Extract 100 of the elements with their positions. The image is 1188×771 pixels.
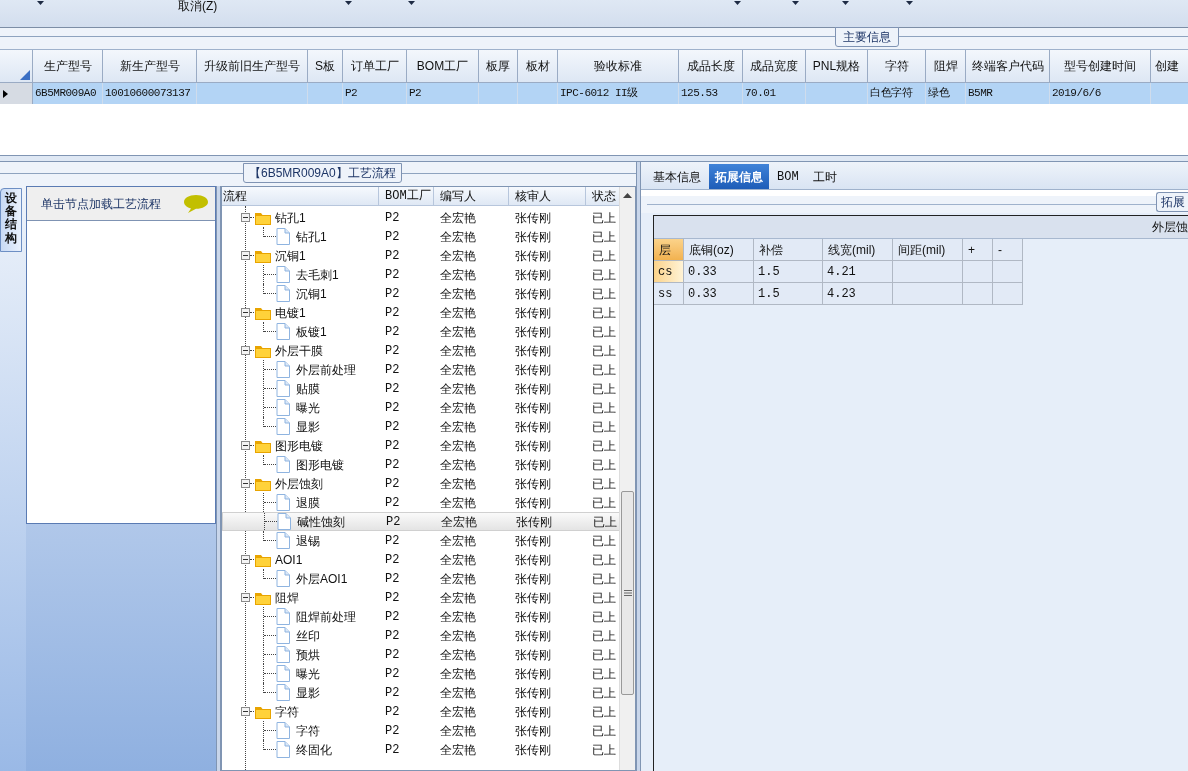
tree-row[interactable]: 预烘 P2 全宏艳 张传刚 已上: [222, 645, 621, 664]
tree-node-label[interactable]: 贴膜: [296, 379, 320, 398]
column-header[interactable]: 流程: [223, 187, 247, 205]
tree-node-label[interactable]: 丝印: [296, 626, 320, 645]
tree-node-label[interactable]: 去毛刺1: [296, 265, 339, 284]
tree-node-label[interactable]: 曝光: [296, 398, 320, 417]
scrollbar[interactable]: [619, 187, 635, 770]
tree-row[interactable]: 图形电镀 P2 全宏艳 张传刚 已上: [222, 436, 621, 455]
column-header[interactable]: 字符: [884, 57, 909, 75]
tree-node-label[interactable]: 字符: [296, 721, 320, 740]
tree-node-label[interactable]: 碱性蚀刻: [297, 512, 345, 531]
column-header[interactable]: BOM工厂: [416, 57, 469, 75]
tab[interactable]: BOM: [771, 164, 805, 189]
column-header[interactable]: 升级前旧生产型号: [204, 57, 300, 75]
column-header[interactable]: 状态: [592, 187, 616, 205]
collapse-icon[interactable]: [241, 593, 250, 602]
row-header[interactable]: cs: [654, 261, 684, 283]
tree-row[interactable]: 去毛刺1 P2 全宏艳 张传刚 已上: [222, 265, 621, 284]
tree-node-label[interactable]: 图形电镀: [275, 436, 323, 455]
column-header[interactable]: 新生产型号: [119, 57, 180, 75]
dropdown-caret-icon[interactable]: [906, 1, 914, 5]
column-header[interactable]: PNL规格: [812, 57, 861, 75]
collapse-icon[interactable]: [241, 308, 250, 317]
tree-row[interactable]: 显影 P2 全宏艳 张传刚 已上: [222, 417, 621, 436]
tree-node-label[interactable]: 阻焊: [275, 588, 299, 607]
tree-row[interactable]: 曝光 P2 全宏艳 张传刚 已上: [222, 664, 621, 683]
collapse-icon[interactable]: [241, 213, 250, 222]
column-header[interactable]: 型号创建时间: [1064, 57, 1136, 75]
column-header[interactable]: S板: [315, 57, 335, 75]
tree-row[interactable]: 曝光 P2 全宏艳 张传刚 已上: [222, 398, 621, 417]
dropdown-caret-icon[interactable]: [345, 1, 353, 5]
tree-node-label[interactable]: 沉铜1: [296, 284, 327, 303]
column-header[interactable]: 阻焊: [933, 57, 958, 75]
column-header[interactable]: 订单工厂: [350, 57, 399, 75]
tree-row[interactable]: 退锡 P2 全宏艳 张传刚 已上: [222, 531, 621, 550]
collapse-icon[interactable]: [241, 555, 250, 564]
tree-row[interactable]: 电镀1 P2 全宏艳 张传刚 已上: [222, 303, 621, 322]
column-header[interactable]: 板材: [525, 57, 550, 75]
tree-row[interactable]: 钻孔1 P2 全宏艳 张传刚 已上: [222, 208, 621, 227]
side-tab[interactable]: 设备结构: [0, 188, 22, 252]
tree-row[interactable]: 退膜 P2 全宏艳 张传刚 已上: [222, 493, 621, 512]
scroll-thumb[interactable]: [621, 491, 634, 695]
tree-row[interactable]: 终固化 P2 全宏艳 张传刚 已上: [222, 740, 621, 759]
tree-node-label[interactable]: 显影: [296, 683, 320, 702]
cancel-button[interactable]: 取消(Z): [178, 0, 218, 12]
tree-row[interactable]: 沉铜1 P2 全宏艳 张传刚 已上: [222, 284, 621, 303]
tree-node-label[interactable]: 终固化: [296, 740, 332, 759]
collapse-icon[interactable]: [241, 479, 250, 488]
tree-row[interactable]: 外层蚀刻 P2 全宏艳 张传刚 已上: [222, 474, 621, 493]
column-header[interactable]: -: [998, 240, 1002, 259]
select-all-icon[interactable]: [20, 70, 30, 80]
tree-node-label[interactable]: 曝光: [296, 664, 320, 683]
column-header[interactable]: 核审人: [515, 187, 551, 205]
tab[interactable]: 基本信息: [647, 164, 707, 189]
tree-row[interactable]: 图形电镀 P2 全宏艳 张传刚 已上: [222, 455, 621, 474]
column-header[interactable]: 终端客户代码: [971, 57, 1044, 75]
dropdown-caret-icon[interactable]: [37, 1, 44, 5]
column-header[interactable]: 创建: [1155, 57, 1179, 75]
tree-node-label[interactable]: 板镀1: [296, 322, 327, 341]
tree-row[interactable]: 阻焊前处理 P2 全宏艳 张传刚 已上: [222, 607, 621, 626]
collapse-icon[interactable]: [241, 707, 250, 716]
tree-node-label[interactable]: 显影: [296, 417, 320, 436]
table-row[interactable]: 6B5MR009A0 10010600073137 P2 P2 IPC-6012 II级 125.53 70.01 白色字符 绿色 B5MR 2019/6/6: [0, 83, 1188, 104]
tree-node-label[interactable]: 外层干膜: [275, 341, 323, 360]
row-header[interactable]: ss: [654, 283, 684, 305]
tree-row[interactable]: 外层前处理 P2 全宏艳 张传刚 已上: [222, 360, 621, 379]
column-header[interactable]: 编写人: [440, 187, 476, 205]
tree-row[interactable]: 贴膜 P2 全宏艳 张传刚 已上: [222, 379, 621, 398]
collapse-icon[interactable]: [241, 441, 250, 450]
tab[interactable]: 工时: [806, 164, 843, 189]
scroll-up-icon[interactable]: [623, 193, 632, 198]
tree-row[interactable]: 字符 P2 全宏艳 张传刚 已上: [222, 702, 621, 721]
column-header[interactable]: 生产型号: [43, 57, 92, 75]
column-header[interactable]: 板厚: [486, 57, 510, 75]
tree-node-label[interactable]: 外层蚀刻: [275, 474, 323, 493]
tree-row[interactable]: 钻孔1 P2 全宏艳 张传刚 已上: [222, 227, 621, 246]
tree-node-label[interactable]: 预烘: [296, 645, 320, 664]
tab[interactable]: 拓展信息: [709, 164, 769, 189]
tree-row[interactable]: 板镀1 P2 全宏艳 张传刚 已上: [222, 322, 621, 341]
tree-node-label[interactable]: 沉铜1: [275, 246, 306, 265]
dropdown-caret-icon[interactable]: [734, 1, 742, 5]
tree-row[interactable]: 碱性蚀刻 P2 全宏艳 张传刚 已上: [222, 512, 621, 531]
tree-node-label[interactable]: 字符: [275, 702, 299, 721]
tree-row[interactable]: 外层干膜 P2 全宏艳 张传刚 已上: [222, 341, 621, 360]
tree-node-label[interactable]: 钻孔1: [275, 208, 306, 227]
column-header[interactable]: 验收标准: [594, 57, 642, 75]
column-header[interactable]: 成品长度: [686, 57, 735, 75]
tree-row[interactable]: 沉铜1 P2 全宏艳 张传刚 已上: [222, 246, 621, 265]
tree-node-label[interactable]: 电镀1: [275, 303, 306, 322]
tree-row[interactable]: 外层AOI1 P2 全宏艳 张传刚 已上: [222, 569, 621, 588]
tree-node-label[interactable]: 钻孔1: [296, 227, 327, 246]
column-header[interactable]: BOM工厂: [385, 187, 431, 205]
tree-node-label[interactable]: 退膜: [296, 493, 320, 512]
tree-row[interactable]: 字符 P2 全宏艳 张传刚 已上: [222, 721, 621, 740]
tree-row[interactable]: 丝印 P2 全宏艳 张传刚 已上: [222, 626, 621, 645]
tree-node-label[interactable]: 阻焊前处理: [296, 607, 356, 626]
tree-row[interactable]: 阻焊 P2 全宏艳 张传刚 已上: [222, 588, 621, 607]
tree-row[interactable]: AOI1 P2 全宏艳 张传刚 已上: [222, 550, 621, 569]
collapse-icon[interactable]: [241, 346, 250, 355]
tree-node-label[interactable]: 退锡: [296, 531, 320, 550]
